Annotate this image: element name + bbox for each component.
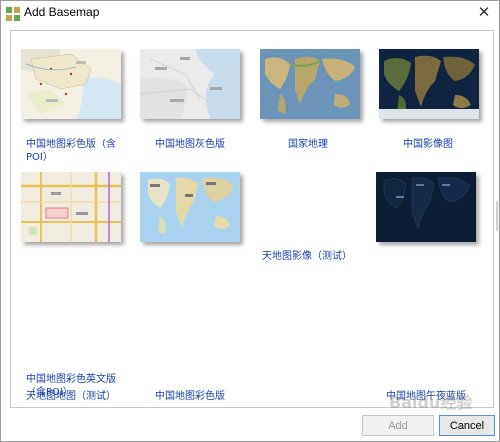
basemap-label: 中国影像图: [403, 139, 453, 150]
basemap-label: 天地图影像（测试）: [262, 251, 352, 262]
title-bar: Add Basemap ✕: [1, 1, 499, 25]
basemap-label: 中国地图彩色英文版: [26, 374, 116, 385]
basemap-thumbnail: [379, 49, 479, 119]
watermark-text: Baidu经验: [389, 393, 473, 412]
basemap-label: POI）: [26, 152, 53, 163]
close-icon[interactable]: ✕: [475, 3, 493, 21]
basemap-thumbnail: [21, 172, 121, 242]
dialog-title: Add Basemap: [24, 5, 100, 19]
add-button[interactable]: Add: [362, 415, 434, 436]
app-icon: [6, 6, 20, 21]
basemap-thumbnail: [140, 49, 240, 119]
basemap-label: （含POI）: [26, 387, 73, 398]
basemap-thumbnail: [260, 49, 360, 119]
basemap-thumbnail: [376, 172, 476, 242]
basemap-gallery: 中国地图彩色版（含 POI） 中国地图灰色版 国家地理 中国影像图 天地图地图（…: [10, 30, 494, 408]
basemap-label: 中国地图彩色版（含: [26, 139, 116, 150]
basemap-label: 中国地图彩色版: [155, 391, 225, 402]
cancel-button[interactable]: Cancel: [439, 415, 495, 436]
add-basemap-dialog: Add Basemap ✕ 中国地图彩色版（含 POI） 中国地图灰色版 国家地…: [0, 0, 500, 442]
basemap-label: 中国地图灰色版: [155, 139, 225, 150]
basemap-thumbnail: [21, 49, 121, 119]
basemap-thumbnail: [140, 172, 240, 242]
scrollbar-edge: [496, 201, 498, 231]
basemap-label: 国家地理: [288, 139, 328, 150]
